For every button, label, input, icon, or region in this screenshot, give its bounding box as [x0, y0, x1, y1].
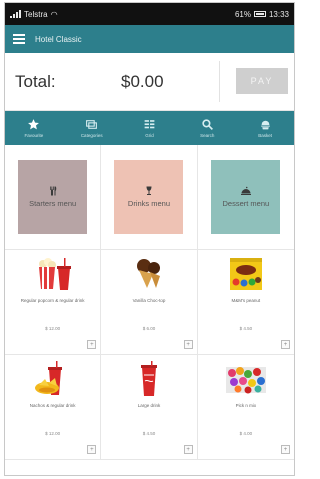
tab-label: Search	[200, 133, 215, 138]
product-card[interactable]: Pick n mix $ 4.00 +	[197, 355, 294, 460]
total-divider	[219, 61, 220, 102]
product-price: $ 6.00	[142, 326, 156, 331]
nachos-drink-image	[30, 361, 76, 397]
product-price: $ 4.50	[239, 326, 253, 331]
tab-label: Grid	[145, 133, 154, 138]
menu-cell-drinks: Drinks menu	[101, 145, 198, 250]
total-row: Total: $0.00 PAY	[5, 53, 294, 111]
tab-search[interactable]: Search	[178, 111, 236, 145]
menu-cell-starters: Starters menu	[5, 145, 102, 250]
product-name: Vanilla Choc-top	[132, 298, 166, 303]
tab-label: Basket	[258, 133, 272, 138]
product-grid: Starters menu Drinks menu Dessert menu R…	[5, 145, 294, 460]
wifi-icon: ◠	[50, 9, 58, 19]
popcorn-drink-image	[30, 256, 76, 292]
app-bar: Hotel Classic	[5, 25, 294, 53]
tab-label: Categories	[80, 133, 103, 138]
clock: 13:33	[268, 9, 289, 19]
product-card[interactable]: Regular popcorn & regular drink $ 12.00 …	[5, 250, 102, 355]
mms-packet-image	[223, 256, 269, 292]
category-tabs: Favourite Categories Grid Search Basket	[5, 111, 294, 145]
star-icon	[28, 119, 40, 130]
search-icon	[202, 119, 213, 130]
product-price: $ 4.50	[142, 431, 156, 436]
signal-icon	[10, 10, 21, 18]
product-name: Regular popcorn & regular drink	[20, 298, 85, 303]
product-price: $ 12.00	[45, 326, 61, 331]
grid-icon	[144, 120, 155, 129]
product-name: Nachos & regular drink	[29, 403, 76, 408]
menu-label: Dessert menu	[222, 199, 270, 209]
dessert-menu-tile[interactable]: Dessert menu	[211, 160, 281, 234]
product-name: M&M's peanut	[231, 298, 261, 303]
product-name: Large drink	[137, 403, 161, 408]
total-amount: $0.00	[121, 71, 164, 91]
large-drink-image	[126, 361, 172, 397]
starters-menu-tile[interactable]: Starters menu	[18, 160, 88, 234]
pick-n-mix-image	[223, 361, 269, 397]
product-card[interactable]: Large drink $ 4.50 +	[101, 355, 198, 460]
venue-title: Hotel Classic	[35, 34, 82, 44]
pay-button[interactable]: PAY	[236, 68, 288, 94]
total-label: Total:	[15, 71, 56, 91]
battery-icon	[253, 11, 266, 17]
basket-icon	[260, 120, 270, 130]
add-to-order-button[interactable]: +	[87, 445, 97, 454]
status-bar: Telstra ◠ 61% 13:33	[5, 3, 294, 25]
menu-cell-dessert: Dessert menu	[197, 145, 294, 250]
cutlery-icon	[49, 186, 56, 196]
tab-grid[interactable]: Grid	[121, 111, 179, 145]
add-to-order-button[interactable]: +	[183, 340, 193, 349]
menu-label: Starters menu	[29, 199, 77, 209]
tab-favourite[interactable]: Favourite	[5, 111, 63, 145]
product-card[interactable]: Vanilla Choc-top $ 6.00 +	[101, 250, 198, 355]
product-card[interactable]: M&M's peanut $ 4.50 +	[197, 250, 294, 355]
add-to-order-button[interactable]: +	[87, 340, 97, 349]
categories-icon	[86, 120, 98, 129]
add-to-order-button[interactable]: +	[281, 340, 290, 349]
drinks-menu-tile[interactable]: Drinks menu	[114, 160, 184, 234]
tab-label: Favourite	[24, 133, 44, 138]
battery-percent: 61%	[234, 9, 251, 19]
cloche-icon	[240, 186, 251, 196]
choc-top-image	[126, 256, 172, 292]
tab-categories[interactable]: Categories	[63, 111, 121, 145]
wine-glass-icon	[146, 186, 152, 196]
product-card[interactable]: Nachos & regular drink $ 12.00 +	[5, 355, 102, 460]
app-frame: Telstra ◠ 61% 13:33 Hotel Classic Total:…	[4, 2, 295, 476]
hamburger-menu-icon[interactable]	[13, 34, 25, 44]
product-name: Pick n mix	[235, 403, 257, 408]
product-price: $ 4.00	[239, 431, 253, 436]
product-price: $ 12.00	[45, 431, 61, 436]
tab-basket[interactable]: Basket	[236, 111, 294, 145]
menu-label: Drinks menu	[127, 199, 171, 209]
add-to-order-button[interactable]: +	[183, 445, 193, 454]
carrier-label: Telstra	[24, 9, 48, 19]
add-to-order-button[interactable]: +	[281, 445, 290, 454]
